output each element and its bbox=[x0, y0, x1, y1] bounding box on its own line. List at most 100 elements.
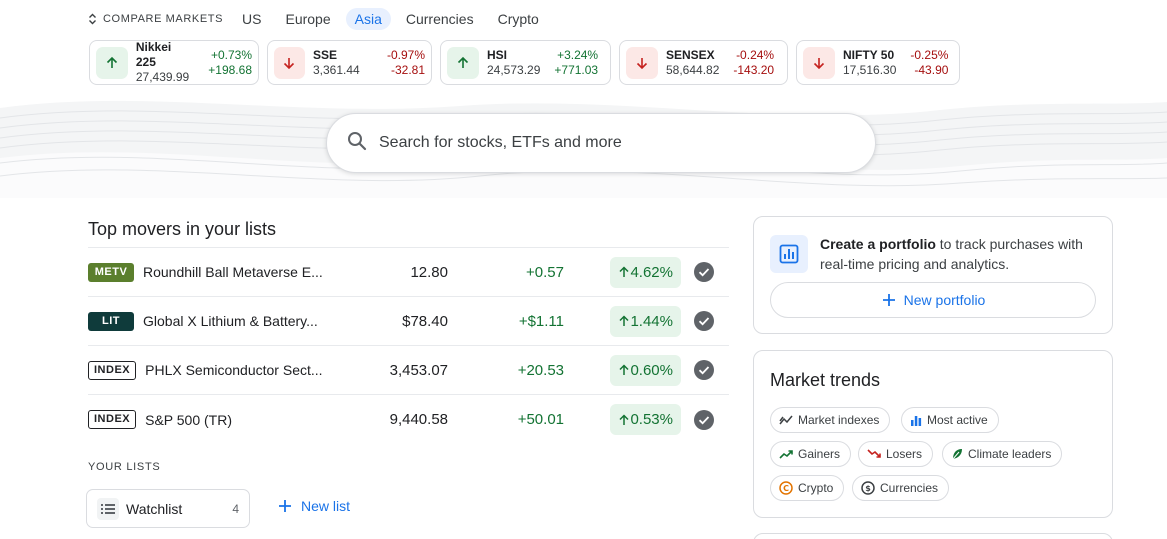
tab-asia[interactable]: Asia bbox=[345, 8, 391, 30]
security-name: PHLX Semiconductor Sect... bbox=[145, 362, 323, 378]
index-value: 27,439.99 bbox=[135, 70, 190, 84]
chip-gainers[interactable]: Gainers bbox=[770, 441, 852, 467]
percent-change-badge: 1.44% bbox=[610, 305, 681, 337]
arrow-up-icon bbox=[447, 46, 479, 79]
unfold-icon bbox=[88, 13, 97, 25]
price-change: +20.53 bbox=[517, 361, 564, 379]
trending-up-icon bbox=[779, 450, 793, 459]
search-bar[interactable] bbox=[326, 113, 876, 173]
chip-market-indexes[interactable]: Market indexes bbox=[770, 407, 891, 433]
arrow-up-icon bbox=[619, 413, 629, 425]
security-price: $78.40 bbox=[402, 312, 448, 330]
top-movers-section: Top movers in your lists METV Roundhill … bbox=[88, 216, 729, 444]
watchlist-name: Watchlist bbox=[126, 500, 183, 517]
plus-icon bbox=[279, 500, 291, 512]
arrow-down-icon bbox=[274, 46, 305, 79]
percent-change-value: 0.60% bbox=[630, 361, 673, 379]
security-name: Global X Lithium & Battery... bbox=[143, 313, 318, 329]
index-change: -32.81 bbox=[390, 62, 425, 77]
plus-icon bbox=[882, 294, 895, 306]
index-name: SSE bbox=[312, 47, 337, 62]
percent-change-badge: 0.60% bbox=[610, 354, 681, 386]
chip-label: Gainers bbox=[798, 447, 841, 461]
index-card-nifty[interactable]: NIFTY 50 17,516.30 -0.25% -43.90 bbox=[796, 40, 960, 85]
index-name: NIFTY 50 bbox=[843, 47, 895, 62]
chip-label: Losers bbox=[886, 447, 923, 461]
compare-markets-toggle[interactable]: COMPARE MARKETS bbox=[88, 13, 223, 25]
chip-climate-leaders[interactable]: Climate leaders bbox=[942, 441, 1063, 467]
index-value: 17,516.30 bbox=[843, 62, 897, 77]
index-value: 58,644.82 bbox=[666, 62, 720, 77]
mover-row[interactable]: METV Roundhill Ball Metaverse E... 12.80… bbox=[88, 248, 729, 297]
index-percent: -0.25% bbox=[910, 47, 949, 62]
tab-currencies[interactable]: Currencies bbox=[397, 8, 483, 30]
mover-row[interactable]: INDEX S&P 500 (TR) 9,440.58 +50.01 0.53% bbox=[88, 395, 729, 444]
index-percent: -0.97% bbox=[386, 47, 425, 62]
chip-crypto[interactable]: C Crypto bbox=[770, 475, 845, 501]
portfolio-chart-icon bbox=[770, 235, 808, 273]
percent-change-value: 0.53% bbox=[630, 411, 673, 428]
search-input[interactable] bbox=[379, 134, 819, 152]
security-price: 9,440.58 bbox=[389, 411, 448, 428]
new-portfolio-label: New portfolio bbox=[903, 292, 986, 308]
price-change: +0.57 bbox=[526, 263, 564, 281]
ticker-badge: INDEX bbox=[88, 410, 137, 429]
index-name: SENSEX bbox=[666, 47, 715, 62]
create-portfolio-card: Create a portfolio to track purchases wi… bbox=[753, 216, 1113, 334]
arrow-up-icon bbox=[619, 266, 629, 277]
index-card-sse[interactable]: SSE 3,361.44 -0.97% -32.81 bbox=[267, 40, 432, 85]
index-card-nikkei[interactable]: Nikkei 225 27,439.99 +0.73% +198.68 bbox=[89, 40, 259, 85]
chip-label: Most active bbox=[927, 413, 988, 427]
watchlist-button[interactable]: Watchlist 4 bbox=[86, 489, 250, 528]
index-change: -43.90 bbox=[914, 62, 949, 77]
index-percent: +3.24% bbox=[557, 47, 599, 62]
leaf-icon bbox=[952, 449, 962, 460]
chip-currencies[interactable]: $ Currencies bbox=[852, 475, 950, 501]
arrow-up-icon bbox=[619, 315, 629, 326]
tab-europe[interactable]: Europe bbox=[276, 8, 339, 30]
market-trends-title: Market trends bbox=[770, 370, 881, 390]
check-circle-icon[interactable] bbox=[693, 310, 715, 332]
index-value: 24,573.29 bbox=[487, 62, 541, 77]
arrow-down-icon bbox=[803, 46, 835, 79]
arrow-up-icon bbox=[619, 364, 629, 375]
your-lists-label: YOUR LISTS bbox=[88, 461, 161, 473]
index-cards: Nikkei 225 27,439.99 +0.73% +198.68 SSE 3,3… bbox=[89, 40, 968, 85]
chip-losers[interactable]: Losers bbox=[858, 441, 934, 467]
price-change: +50.01 bbox=[517, 411, 564, 428]
ticker-badge: INDEX bbox=[88, 360, 137, 380]
index-name: HSI bbox=[487, 47, 508, 62]
index-percent: -0.24% bbox=[736, 47, 775, 62]
chip-most-active[interactable]: Most active bbox=[901, 407, 999, 433]
index-card-hsi[interactable]: HSI 24,573.29 +3.24% +771.03 bbox=[440, 40, 611, 85]
security-name: S&P 500 (TR) bbox=[145, 411, 233, 428]
percent-change-value: 1.44% bbox=[630, 312, 673, 330]
mover-row[interactable]: LIT Global X Lithium & Battery... $78.40… bbox=[88, 297, 729, 346]
price-change: +$1.11 bbox=[518, 312, 564, 330]
percent-change-badge: 0.53% bbox=[610, 404, 681, 435]
check-circle-icon[interactable] bbox=[693, 409, 715, 431]
tab-crypto[interactable]: Crypto bbox=[489, 8, 548, 30]
security-price: 3,453.07 bbox=[389, 361, 448, 379]
new-portfolio-button[interactable]: New portfolio bbox=[770, 282, 1096, 318]
mover-row[interactable]: INDEX PHLX Semiconductor Sect... 3,453.0… bbox=[88, 346, 729, 395]
market-trends-card: Market trends Market indexes Most active… bbox=[753, 350, 1113, 518]
portfolio-description: Create a portfolio to track purchases wi… bbox=[820, 234, 1100, 274]
check-circle-icon[interactable] bbox=[693, 359, 715, 381]
index-change: +771.03 bbox=[554, 62, 599, 77]
index-card-sensex[interactable]: SENSEX 58,644.82 -0.24% -143.20 bbox=[619, 40, 788, 85]
security-price: 12.80 bbox=[410, 263, 448, 281]
new-list-button[interactable]: New list bbox=[277, 498, 350, 514]
next-card-edge bbox=[753, 533, 1113, 539]
percent-change-badge: 4.62% bbox=[610, 256, 681, 288]
compare-markets-label: COMPARE MARKETS bbox=[103, 13, 224, 25]
chip-label: Currencies bbox=[880, 481, 939, 495]
check-circle-icon[interactable] bbox=[693, 261, 715, 283]
list-icon bbox=[97, 497, 119, 520]
index-value: 3,361.44 bbox=[312, 62, 360, 77]
index-name: Nikkei 225 bbox=[135, 40, 172, 69]
security-name: Roundhill Ball Metaverse E... bbox=[143, 264, 323, 280]
tab-us[interactable]: US bbox=[233, 8, 270, 30]
bar-chart-icon bbox=[911, 416, 922, 426]
chip-label: Market indexes bbox=[798, 413, 880, 427]
